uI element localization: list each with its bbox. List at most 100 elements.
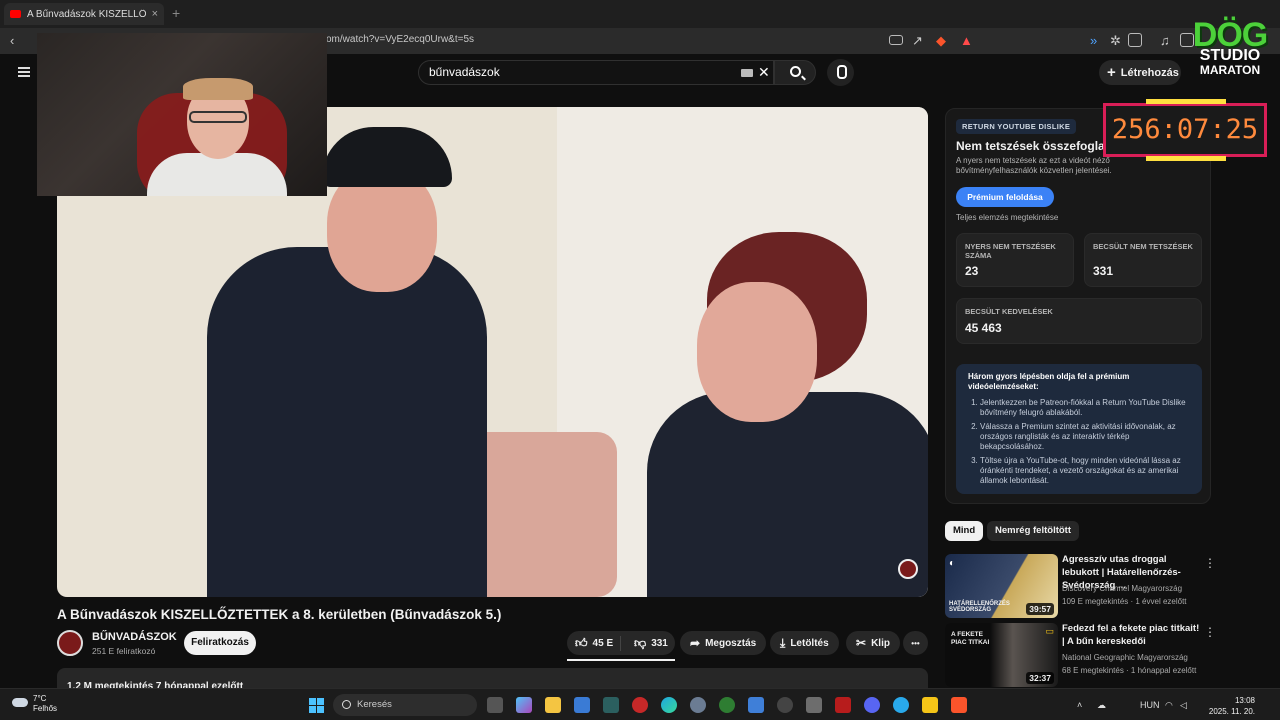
premium-unlock-button[interactable]: Prémium feloldása: [956, 187, 1054, 207]
video-meta: 68 E megtekintés · 1 hónappal ezelőtt: [1062, 666, 1197, 675]
search-button[interactable]: [774, 60, 816, 85]
clear-search-icon[interactable]: ✕: [758, 64, 770, 81]
channel-name[interactable]: National Geographic Magyarország: [1062, 653, 1188, 662]
telegram-icon[interactable]: [893, 697, 909, 713]
stream-timer: 256:07:25: [1103, 99, 1267, 161]
video-thumbnail[interactable]: A FEKETE PIAC TITKAI ▭ 32:37: [945, 623, 1058, 687]
app-8-icon[interactable]: [835, 697, 851, 713]
media-icon[interactable]: ♫: [1160, 33, 1170, 48]
clip-label: Klip: [871, 637, 890, 649]
raw-dislikes-label: NYERS NEM TETSZÉSEK SZÁMA: [965, 242, 1056, 260]
panel-subtitle: A nyers nem tetszések az ezt a videót né…: [956, 156, 1112, 176]
steps-list: Jelentkezzen be Patreon-fiókkal a Return…: [966, 398, 1192, 486]
url-text[interactable]: om/watch?v=VyE2ecq0Urw&t=5s: [326, 34, 474, 45]
recommended-video[interactable]: A FEKETE PIAC TITKAI ▭ 32:37 Fedezd fel …: [945, 623, 1216, 687]
more-options-icon[interactable]: ⋮: [1204, 556, 1216, 570]
share-label: Megosztás: [705, 637, 757, 649]
panel-heading: Nem tetszések összefoglalója: [956, 139, 1126, 153]
chip-all[interactable]: Mind: [945, 521, 984, 541]
channel-avatar[interactable]: [57, 630, 83, 656]
estimated-likes-label: BECSÜLT KEDVELÉSEK: [965, 307, 1053, 316]
translate-icon[interactable]: »: [1090, 33, 1097, 48]
system-clock[interactable]: 13:08 2025. 11. 20.: [1205, 695, 1255, 717]
brave-icon[interactable]: [951, 697, 967, 713]
channel-watermark-icon: [898, 559, 918, 579]
tray-cloud-icon[interactable]: ☁: [1097, 700, 1106, 711]
more-options-icon[interactable]: ⋮: [1204, 625, 1216, 639]
discord-icon[interactable]: [864, 697, 880, 713]
browser-tab-bar: A Bűnvadászok KISZELLŐZTETTEK × +: [0, 0, 1280, 28]
more-actions-button[interactable]: •••: [903, 631, 928, 655]
notepad-icon[interactable]: [748, 697, 764, 713]
keyboard-icon[interactable]: [741, 69, 753, 77]
copilot-icon[interactable]: [516, 697, 532, 713]
calculator-icon[interactable]: [806, 697, 822, 713]
webcam-overlay: [37, 33, 327, 196]
search-box[interactable]: ✕: [418, 60, 774, 85]
dislike-panel: RETURN YOUTUBE DISLIKE Nem tetszések öss…: [945, 108, 1211, 504]
cast-icon[interactable]: [889, 35, 903, 45]
raw-dislikes-value: 23: [965, 264, 979, 278]
weather-condition: Felhős: [33, 704, 58, 713]
share-icon: ➦: [690, 636, 701, 650]
search-input[interactable]: [429, 65, 729, 79]
start-button[interactable]: [309, 698, 324, 713]
wifi-icon[interactable]: ◠: [1165, 700, 1173, 711]
dislike-button[interactable]: 👎︎ 331: [626, 636, 668, 651]
tray-chevron-icon[interactable]: ˄: [1077, 700, 1082, 710]
step-item: Töltse újra a YouTube-ot, hogy minden vi…: [980, 456, 1192, 486]
settings-icon[interactable]: [690, 697, 706, 713]
video-thumbnail[interactable]: ◐ HATÁRELLENŐRZÉS SVÉDORSZÁG 39:57: [945, 554, 1058, 618]
rockstar-icon[interactable]: [922, 697, 938, 713]
taskbar-search[interactable]: Keresés: [333, 694, 477, 716]
language-indicator[interactable]: HUN: [1140, 700, 1160, 710]
task-view-icon[interactable]: [487, 697, 503, 713]
estimated-likes-value: 45 463: [965, 321, 1002, 335]
video-title[interactable]: Fedezd fel a fekete piac titkait! | A bű…: [1062, 623, 1202, 649]
menu-icon[interactable]: [18, 67, 30, 77]
file-explorer-icon[interactable]: [545, 697, 561, 713]
volume-icon[interactable]: ◁: [1180, 700, 1187, 711]
video-title: A Bűnvadászok KISZELLŐZTETTEK a 8. kerül…: [57, 607, 502, 622]
terminal-icon[interactable]: [603, 697, 619, 713]
channel-name[interactable]: BŰNVADÁSZOK: [92, 631, 177, 643]
chip-recent[interactable]: Nemrég feltöltött: [987, 521, 1079, 541]
clip-button[interactable]: ✂ Klip: [846, 631, 900, 655]
tab-title: A Bűnvadászok KISZELLŐZTETTEK: [27, 8, 146, 20]
extensions-icon[interactable]: ✲: [1110, 33, 1121, 49]
browser-tab[interactable]: A Bűnvadászok KISZELLŐZTETTEK ×: [4, 3, 164, 25]
brave-rewards-icon[interactable]: ▲: [960, 33, 973, 48]
back-icon[interactable]: ‹: [10, 33, 14, 48]
xbox-icon[interactable]: [719, 697, 735, 713]
full-analysis-link[interactable]: Teljes elemzés megtekintése: [956, 213, 1058, 222]
edge-icon[interactable]: [661, 697, 677, 713]
thumbnail-caption: HATÁRELLENŐRZÉS SVÉDORSZÁG: [949, 600, 1010, 614]
recorder-icon[interactable]: [632, 697, 648, 713]
tab-close-icon[interactable]: ×: [152, 8, 158, 20]
share-button[interactable]: ➦ Megosztás: [680, 631, 767, 655]
like-button[interactable]: 👍︎ 45 E: [567, 635, 621, 651]
channel-name[interactable]: Discovery Channel Magyarország: [1062, 584, 1182, 593]
webcam-shirt: [147, 153, 287, 196]
steps-heading: Három gyors lépésben oldja fel a prémium…: [968, 372, 1130, 391]
download-button[interactable]: ⤓ Letöltés: [770, 631, 839, 655]
voice-search-button[interactable]: [827, 59, 854, 86]
share-page-icon[interactable]: ↗: [912, 33, 923, 49]
brave-shield-icon[interactable]: ◆: [936, 33, 946, 49]
video-frame-man: [207, 247, 487, 597]
search-icon: [790, 66, 801, 77]
webcam-hair: [183, 78, 253, 100]
subscribe-button[interactable]: Feliratkozás: [184, 631, 256, 655]
wallet-icon[interactable]: [1128, 33, 1142, 47]
thumbs-up-icon: 👍︎: [575, 635, 588, 650]
store-icon[interactable]: [574, 697, 590, 713]
create-button[interactable]: + Létrehozás: [1099, 60, 1181, 85]
estimated-dislikes-card: BECSÜLT NEM TETSZÉSEK 331: [1084, 233, 1202, 287]
logo-studio-text: STUDIO: [1199, 47, 1261, 64]
clock-app-icon[interactable]: [777, 697, 793, 713]
temperature: 7°C: [33, 694, 47, 703]
weather-widget[interactable]: 7°C Felhős: [12, 694, 57, 714]
new-tab-button[interactable]: +: [172, 5, 180, 21]
clock-time: 13:08: [1234, 696, 1255, 705]
recommended-video[interactable]: ◐ HATÁRELLENŐRZÉS SVÉDORSZÁG 39:57 Agres…: [945, 554, 1216, 618]
